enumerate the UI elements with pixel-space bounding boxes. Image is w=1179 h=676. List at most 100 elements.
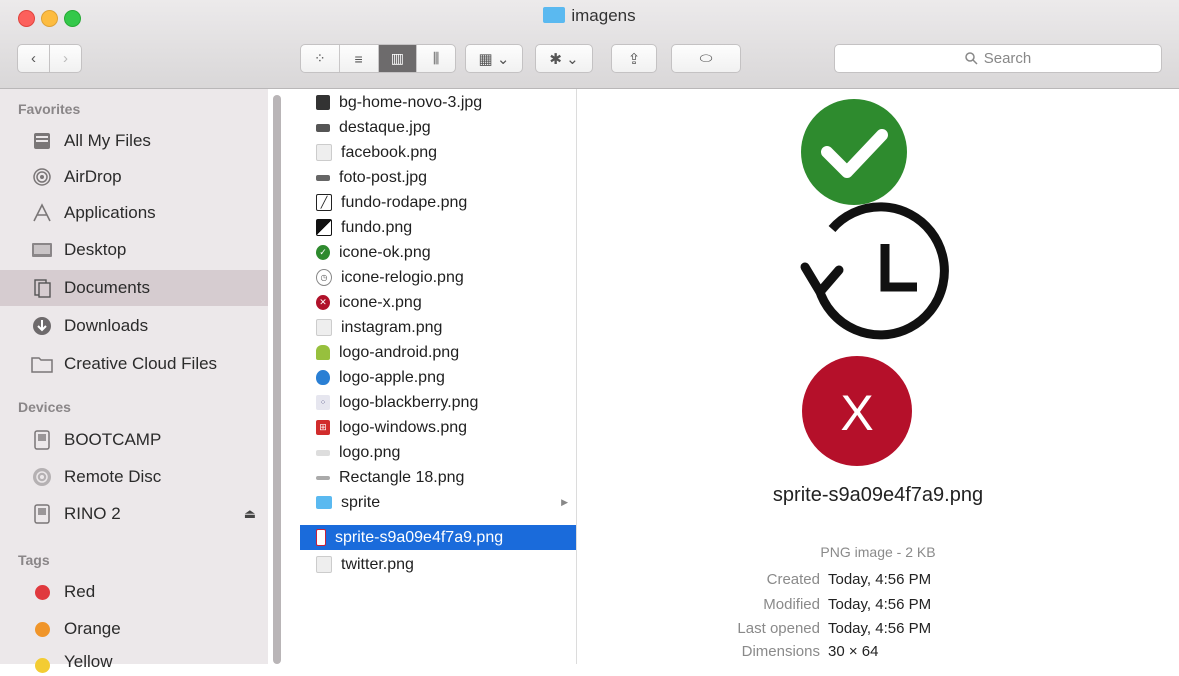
file-row[interactable]: twitter.png [300,552,576,577]
sidebar-item-documents[interactable]: Documents [0,270,268,306]
file-name: twitter.png [341,555,414,573]
png-file-icon [316,556,332,573]
sidebar-item-label: Creative Cloud Files [64,354,218,373]
sidebar-item-label: Documents [64,278,150,297]
tag-dot-icon [31,654,53,676]
meta-row-created: Created Today, 4:56 PM [577,571,1179,588]
file-row-selected[interactable]: sprite-s9a09e4f7a9.png [300,525,576,550]
meta-value: Today, 4:56 PM [828,596,932,613]
file-row[interactable]: bg-home-novo-3.jpg [300,90,576,115]
file-name: logo-blackberry.png [339,393,479,411]
disk-icon [31,429,53,451]
sprite-file-icon [316,529,326,546]
sidebar-item-creative-cloud-files[interactable]: Creative Cloud Files [0,346,268,382]
desktop-icon [31,239,53,261]
sidebar-item-all-my-files[interactable]: All My Files [0,123,268,159]
meta-label: Modified [763,596,820,613]
preview-kind: PNG image - 2 KB [820,544,936,560]
arrange-button[interactable]: ▦ ⌄ [465,44,523,73]
file-row[interactable]: ◷ icone-relogio.png [300,265,576,290]
column-view-button[interactable]: ▥ [378,45,418,72]
file-row-folder[interactable]: sprite ▶ [300,490,576,515]
toolbar: imagens ‹ › ⁘ ≡ ▥ ⫼ ▦ ⌄ ✱ ⌄ ⇪ ⬭ Search [0,0,1179,89]
file-name: sprite [341,493,381,511]
sidebar-item-label: Yellow [64,652,113,671]
file-row[interactable]: instagram.png [300,315,576,340]
file-row[interactable]: facebook.png [300,140,576,165]
share-button[interactable]: ⇪ [611,44,657,73]
sidebar-item-tag-orange[interactable]: Orange [0,611,268,647]
preview-filename: sprite-s9a09e4f7a9.png [772,484,984,506]
meta-row-last-opened: Last opened Today, 4:56 PM [577,620,1179,637]
file-name: logo-windows.png [339,418,468,436]
file-column: bg-home-novo-3.jpg destaque.jpg facebook… [300,89,577,664]
android-icon [316,345,330,360]
search-field[interactable]: Search [834,44,1162,73]
file-row[interactable]: logo.png [300,440,576,465]
meta-label: Last opened [737,620,820,637]
meta-value: Today, 4:56 PM [828,620,932,637]
icon-view-button[interactable]: ⁘ [301,45,340,72]
back-button[interactable]: ‹ [17,44,50,73]
sidebar-item-label: Applications [64,203,156,222]
file-row[interactable]: Rectangle 18.png [300,465,576,490]
sidebar-scrollbar[interactable] [273,95,281,664]
forward-button[interactable]: › [49,44,82,73]
file-row[interactable]: destaque.jpg [300,115,576,140]
sidebar-item-bootcamp[interactable]: BOOTCAMP [0,422,268,458]
sidebar-item-airdrop[interactable]: AirDrop [0,159,268,195]
png-file-icon [316,219,332,236]
folder-icon [543,7,566,23]
checkmark-icon: ✓ [316,245,330,260]
search-icon [964,52,978,65]
file-name: icone-relogio.png [341,268,464,286]
sidebar-item-label: All My Files [64,131,151,150]
favorites-header: Favorites [18,101,81,117]
file-row[interactable]: ⊞ logo-windows.png [300,415,576,440]
action-gear-button[interactable]: ✱ ⌄ [535,44,593,73]
sidebar-item-label: Red [64,582,96,601]
file-row[interactable]: ╱ fundo-rodape.png [300,190,576,215]
sidebar-item-desktop[interactable]: Desktop [0,232,268,268]
window-title: imagens [0,6,1179,26]
sidebar-item-applications[interactable]: Applications [0,195,268,231]
devices-header: Devices [18,399,71,415]
x-icon: ✕ [316,295,330,310]
meta-value: Today, 4:56 PM [828,571,932,588]
list-view-button[interactable]: ≡ [340,45,379,72]
cover-flow-view-button[interactable]: ⫼ [417,45,455,72]
folder-icon [316,496,332,509]
file-row[interactable]: logo-android.png [300,340,576,365]
sidebar-item-tag-yellow[interactable]: Yellow [0,646,268,673]
view-mode-switcher: ⁘ ≡ ▥ ⫼ [300,44,456,73]
file-row[interactable]: logo-apple.png [300,365,576,390]
tag-button[interactable]: ⬭ [671,44,741,73]
yellow-tag-dot [34,657,50,673]
file-row[interactable]: ✓ icone-ok.png [300,240,576,265]
file-name: facebook.png [341,143,438,161]
sidebar-item-rino-2[interactable]: RINO 2 ⏏ [0,496,268,532]
file-name: Rectangle 18.png [339,468,465,486]
sidebar-item-label: BOOTCAMP [64,430,162,449]
file-name: fundo-rodape.png [341,193,468,211]
preview-pane: X sprite-s9a09e4f7a9.png PNG image - 2 K… [577,89,1179,664]
file-row[interactable]: foto-post.jpg [300,165,576,190]
file-name: destaque.jpg [339,118,431,136]
file-name: logo-android.png [339,343,460,361]
red-tag-dot [34,584,50,600]
history-clock-icon [800,202,949,340]
sidebar-item-downloads[interactable]: Downloads [0,308,268,344]
sidebar-item-remote-disc[interactable]: Remote Disc [0,459,268,495]
file-row[interactable]: ✕ icone-x.png [300,290,576,315]
meta-label: Dimensions [741,643,820,660]
file-name: sprite-s9a09e4f7a9.png [335,528,504,546]
applications-icon [31,202,53,224]
sidebar: Favorites All My Files AirDrop Applicati… [0,89,268,673]
file-row[interactable]: ⁘ logo-blackberry.png [300,390,576,415]
eject-icon[interactable]: ⏏ [244,506,256,522]
file-row[interactable]: fundo.png [300,215,576,240]
file-name: fundo.png [341,218,413,236]
sidebar-item-tag-red[interactable]: Red [0,574,268,610]
apple-icon [316,370,330,385]
remote-disc-icon [31,466,53,488]
